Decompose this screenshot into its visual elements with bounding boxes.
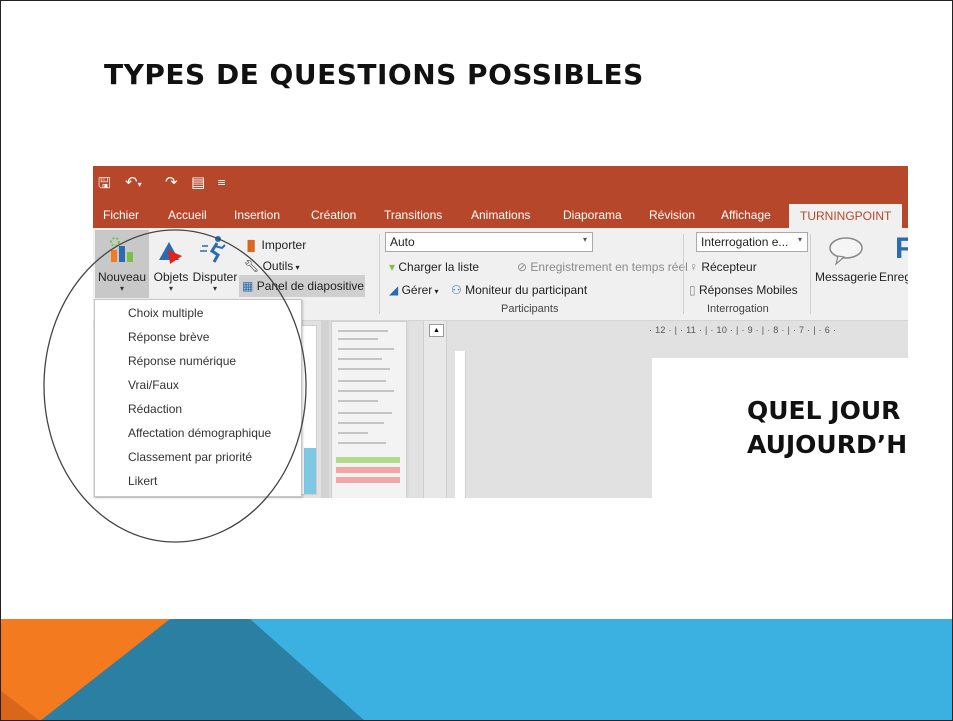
menu-item-vrai-faux[interactable]: Vrai/Faux (128, 378, 179, 392)
menu-item-redaction[interactable]: Rédaction (128, 402, 182, 416)
menu-item-reponse-numerique[interactable]: Réponse numérique (128, 354, 236, 368)
menu-item-likert[interactable]: Likert (128, 474, 157, 488)
nouveau-menu: Choix multiple Réponse brève Réponse num… (94, 299, 302, 497)
menu-item-classement-priorite[interactable]: Classement par priorité (128, 450, 252, 464)
slide: TYPES DE QUESTIONS POSSIBLES 🖫 ↶▾ ↷ ▤ ≡ … (0, 0, 953, 721)
menu-item-choix-multiple[interactable]: Choix multiple (128, 306, 203, 320)
menu-item-reponse-breve[interactable]: Réponse brève (128, 330, 209, 344)
menu-item-affectation-demographique[interactable]: Affectation démographique (128, 426, 271, 440)
